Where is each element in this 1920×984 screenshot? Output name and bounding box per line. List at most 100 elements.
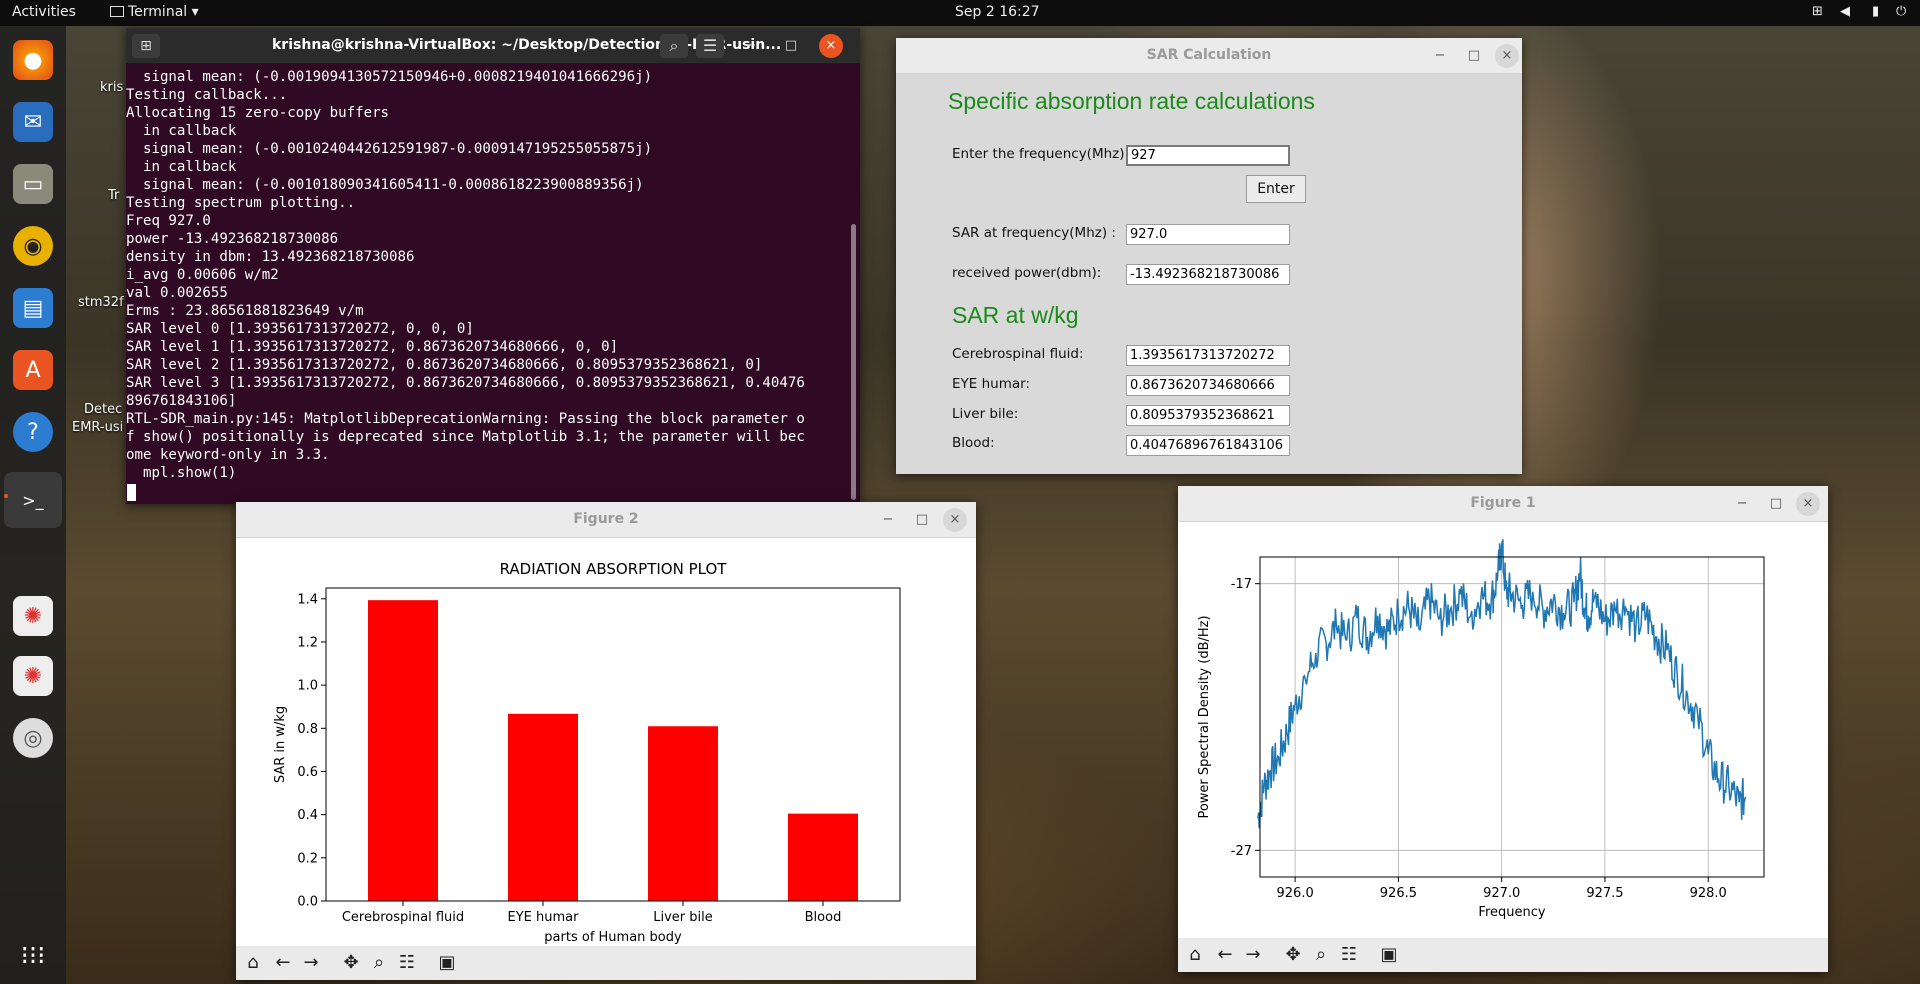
terminal-app-menu[interactable]: Terminal ▾ <box>110 4 199 20</box>
x-tick-label: 926.0 <box>1277 886 1314 901</box>
terminal-line: Testing callback... <box>126 87 288 103</box>
liver-bile-field[interactable]: 0.8095379352368621 <box>1126 405 1290 426</box>
terminal-line: i_avg 0.00606 w/m2 <box>126 267 279 283</box>
terminal-line: mpl.show(1) <box>126 465 237 481</box>
maximize-icon[interactable]: □ <box>1764 492 1788 516</box>
network-icon[interactable]: ⊞ <box>1812 4 1823 19</box>
files-icon[interactable]: ▭ <box>13 164 53 204</box>
y-tick-label: 0.4 <box>297 808 318 823</box>
help-icon[interactable]: ? <box>13 412 53 452</box>
eye-humar-label: EYE humar: <box>952 376 1030 392</box>
maximize-icon[interactable]: □ <box>910 508 934 532</box>
figure-1-window[interactable]: Figure 1 − □ × 926.0 926.5 927.0 927.5 928.0… <box>1178 486 1828 972</box>
top-bar: Activities Terminal ▾ Sep 2 16:27 ⊞ ◀ ▮ … <box>0 0 1920 26</box>
minimize-icon[interactable]: − <box>1730 492 1754 516</box>
search-icon[interactable]: ⌕ <box>660 34 688 58</box>
pan-icon[interactable]: ✥ <box>338 950 364 976</box>
enter-button[interactable]: Enter <box>1246 175 1306 203</box>
sar-subheading: SAR at w/kg <box>952 302 1079 328</box>
software-icon[interactable]: A <box>13 350 53 390</box>
configure-subplots-icon[interactable]: ☷ <box>1336 942 1362 968</box>
forward-arrow-icon[interactable]: → <box>1240 942 1266 968</box>
terminal-line: signal mean: (-0.001018090341605411-0.00… <box>126 177 644 193</box>
minimize-icon[interactable]: − <box>876 508 900 532</box>
y-tick-label: -27 <box>1231 844 1252 859</box>
menu-icon[interactable]: ☰ <box>696 34 724 58</box>
desktop-icon-trash[interactable]: Tr <box>108 188 119 203</box>
desktop-icon-detection[interactable]: Detec <box>84 402 122 417</box>
sar-heading: Specific absorption rate calculations <box>948 88 1315 114</box>
bar <box>508 713 578 901</box>
battery-icon[interactable]: ▮ <box>1872 4 1879 19</box>
maximize-icon[interactable]: □ <box>779 34 803 58</box>
pan-icon[interactable]: ✥ <box>1280 942 1306 968</box>
figure-2-window[interactable]: Figure 2 − □ × RADIATION ABSORPTION PLOT… <box>236 502 976 980</box>
close-icon[interactable]: × <box>1495 44 1519 68</box>
optical-disc-icon[interactable]: ◎ <box>13 718 53 758</box>
eye-humar-field[interactable]: 0.8673620734680666 <box>1126 375 1290 396</box>
back-arrow-icon[interactable]: ← <box>1212 942 1238 968</box>
bar <box>648 726 718 901</box>
zoom-icon[interactable]: ⌕ <box>1308 942 1334 968</box>
terminal-line: ome keyword-only in 3.3. <box>126 447 330 463</box>
x-axis-label: parts of Human body <box>544 930 682 945</box>
psd-line-chart: 926.0 926.5 927.0 927.5 928.0 -17 -27 Frequency… <box>1197 539 1765 920</box>
desktop-icon-home[interactable]: kris <box>100 80 123 95</box>
terminal-titlebar[interactable]: ⊞ krishna@krishna-VirtualBox: ~/Desktop/… <box>126 28 860 64</box>
home-icon[interactable]: ⌂ <box>240 950 266 976</box>
show-apps-icon[interactable]: ⁝⁝⁝ <box>13 936 53 976</box>
python-figure-icon-2[interactable]: ✺ <box>13 656 53 696</box>
desktop-icon-detection-2[interactable]: EMR-usi <box>72 420 123 435</box>
sar-calculation-window[interactable]: SAR Calculation − □ × Specific absorptio… <box>896 38 1522 474</box>
minimize-icon[interactable]: − <box>739 34 763 58</box>
writer-icon[interactable]: ▤ <box>13 288 53 328</box>
terminal-line: val 0.002655 <box>126 285 228 301</box>
frequency-input[interactable] <box>1126 145 1290 166</box>
volume-icon[interactable]: ◀ <box>1840 4 1850 19</box>
activities-button[interactable]: Activities <box>12 4 76 20</box>
firefox-icon[interactable]: ● <box>13 40 53 80</box>
bar <box>368 600 438 901</box>
close-icon[interactable]: × <box>943 508 967 532</box>
forward-arrow-icon[interactable]: → <box>298 950 324 976</box>
zoom-icon[interactable]: ⌕ <box>366 950 392 976</box>
rhythmbox-icon[interactable]: ◉ <box>13 226 53 266</box>
home-icon[interactable]: ⌂ <box>1182 942 1208 968</box>
new-tab-icon[interactable]: ⊞ <box>132 34 160 58</box>
terminal-scrollbar[interactable] <box>851 224 856 500</box>
terminal-line: f show() positionally is deprecated sinc… <box>126 429 805 445</box>
figure-1-titlebar[interactable]: Figure 1 − □ × <box>1178 486 1828 522</box>
close-icon[interactable]: × <box>819 34 843 58</box>
maximize-icon[interactable]: □ <box>1462 44 1486 68</box>
python-figure-icon[interactable]: ✺ <box>13 596 53 636</box>
desktop-icon-stm32[interactable]: stm32f <box>78 295 124 310</box>
cerebrospinal-field[interactable]: 1.3935617313720272 <box>1126 345 1290 366</box>
clock[interactable]: Sep 2 16:27 <box>955 4 1040 20</box>
app-menu-label: Terminal ▾ <box>128 4 199 20</box>
save-icon[interactable]: ▣ <box>434 950 460 976</box>
figure-1-toolbar: ⌂ ← → ✥ ⌕ ☷ ▣ <box>1178 938 1828 972</box>
figure-2-titlebar[interactable]: Figure 2 − □ × <box>236 502 976 538</box>
back-arrow-icon[interactable]: ← <box>270 950 296 976</box>
terminal-line: SAR level 1 [1.3935617313720272, 0.86736… <box>126 339 619 355</box>
x-tick-label: Liver bile <box>653 910 713 925</box>
dock: ● ✉ ▭ ◉ ▤ A ? >_ ✺ ✺ ◎ ⁝⁝⁝ <box>0 26 66 984</box>
y-tick-label: 0.6 <box>297 765 318 780</box>
running-indicator-icon <box>4 494 8 498</box>
save-icon[interactable]: ▣ <box>1376 942 1402 968</box>
blood-field[interactable]: 0.40476896761843106 <box>1126 435 1290 456</box>
bar-chart: RADIATION ABSORPTION PLOT 0.0 0.2 0.4 0.6 0.8… <box>273 560 901 945</box>
terminal-line: 896761843106] <box>126 393 237 409</box>
minimize-icon[interactable]: − <box>1428 44 1452 68</box>
power-icon[interactable]: ⏻ <box>1896 4 1906 19</box>
close-icon[interactable]: × <box>1796 492 1820 516</box>
thunderbird-icon[interactable]: ✉ <box>13 102 53 142</box>
terminal-dock-icon[interactable]: >_ <box>4 472 62 528</box>
sar-titlebar[interactable]: SAR Calculation − □ × <box>896 38 1522 74</box>
received-power-field[interactable]: -13.492368218730086 <box>1126 264 1290 285</box>
terminal-line: density in dbm: 13.492368218730086 <box>126 249 415 265</box>
sar-frequency-field[interactable]: 927.0 <box>1126 224 1290 245</box>
terminal-output[interactable]: signal mean: (-0.0019094130572150946+0.0… <box>126 68 848 508</box>
y-tick-label: 1.2 <box>297 635 318 650</box>
configure-subplots-icon[interactable]: ☷ <box>394 950 420 976</box>
